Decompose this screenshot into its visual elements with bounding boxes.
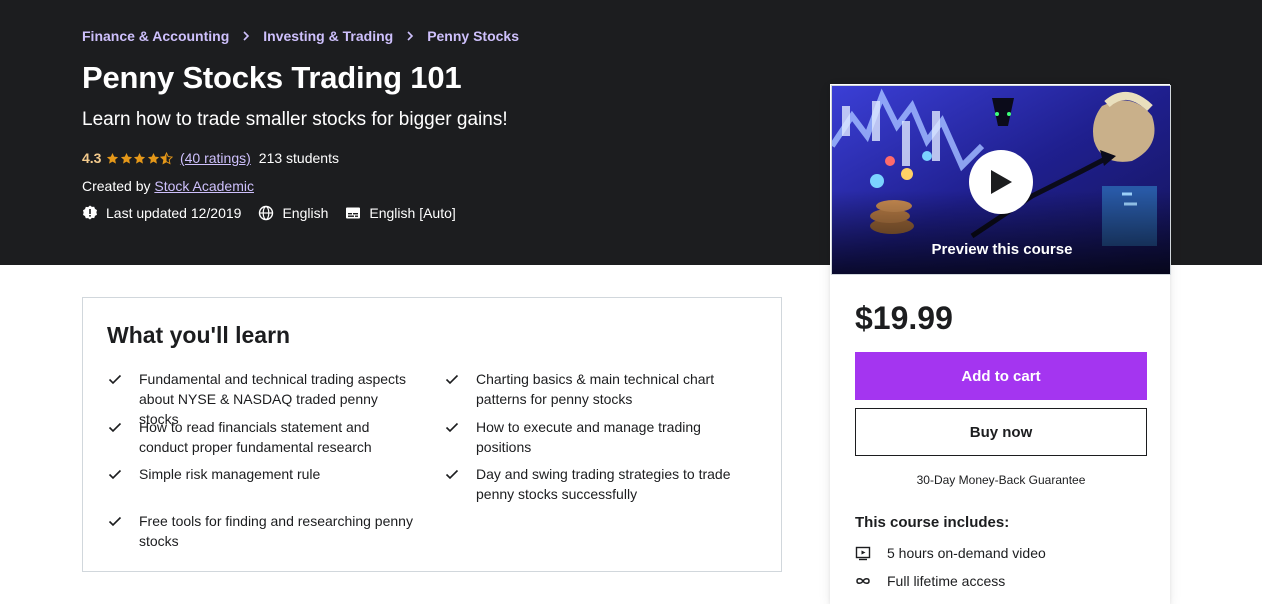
instructor-link[interactable]: Stock Academic [154, 178, 254, 194]
captions-icon [346, 207, 361, 219]
captions-text: English [Auto] [369, 205, 456, 221]
learn-item-text: Free tools for finding and researching p… [139, 513, 413, 549]
learn-item: How to execute and manage trading positi… [444, 417, 754, 457]
last-updated: Last updated 12/2019 [82, 205, 241, 221]
includes-title: This course includes: [855, 514, 1010, 531]
learn-item: How to read financials statement and con… [107, 417, 417, 457]
checkmark-icon [108, 374, 122, 385]
alert-badge-icon [83, 205, 97, 220]
what-youll-learn: What you'll learn Fundamental and techni… [82, 297, 782, 572]
language: English [258, 205, 328, 221]
checkmark-icon [108, 422, 122, 433]
star-icon [147, 152, 160, 164]
created-by: Created by Stock Academic [82, 178, 254, 194]
money-back-guarantee: 30-Day Money-Back Guarantee [916, 473, 1086, 487]
globe-icon [259, 205, 274, 221]
includes-item-text: 5 hours on-demand video [887, 545, 1046, 561]
breadcrumb-penny-stocks[interactable]: Penny Stocks [427, 28, 519, 44]
star-rating [106, 151, 174, 165]
breadcrumb-investing-trading[interactable]: Investing & Trading [263, 28, 393, 44]
star-icon [107, 152, 119, 164]
infinity-icon [856, 578, 870, 584]
star-icon [134, 152, 146, 164]
video-play-icon [855, 546, 871, 561]
learn-item-text: Day and swing trading strategies to trad… [476, 466, 731, 502]
students-count: 213 students [258, 150, 339, 166]
checkmark-icon [108, 516, 122, 527]
learn-item-text: Simple risk management rule [139, 466, 321, 482]
rating-row: 4.3 (40 ratings) 213 students [82, 150, 339, 166]
play-button[interactable] [969, 150, 1033, 214]
learn-item: Charting basics & main technical chart p… [444, 369, 754, 409]
course-title: Penny Stocks Trading 101 [82, 60, 462, 95]
checkmark-icon [108, 469, 122, 480]
course-preview[interactable]: Preview this course [831, 85, 1171, 275]
learn-title: What you'll learn [107, 322, 291, 348]
includes-item: 5 hours on-demand video [855, 545, 1046, 561]
play-icon [991, 170, 1012, 194]
half-star-icon [160, 151, 174, 165]
captions: English [Auto] [345, 205, 456, 221]
learn-item: Free tools for finding and researching p… [107, 511, 417, 551]
rating-number: 4.3 [82, 150, 102, 166]
ratings-count-link[interactable]: (40 ratings) [180, 150, 251, 166]
purchase-sidebar: Preview this course $19.99 Add to cart B… [830, 84, 1171, 604]
learn-item-text: How to execute and manage trading positi… [476, 419, 701, 455]
breadcrumb-finance-accounting[interactable]: Finance & Accounting [82, 28, 229, 44]
add-to-cart-button[interactable]: Add to cart [855, 352, 1147, 400]
created-by-label: Created by [82, 178, 151, 194]
checkmark-icon [445, 469, 459, 480]
includes-item-text: Full lifetime access [887, 573, 1006, 589]
buy-now-button[interactable]: Buy now [855, 408, 1147, 456]
learn-item: Day and swing trading strategies to trad… [444, 464, 754, 504]
course-price: $19.99 [855, 300, 953, 336]
course-meta: Last updated 12/2019 English English [Au… [82, 205, 473, 221]
language-text: English [282, 205, 329, 221]
checkmark-icon [445, 374, 459, 385]
chevron-right-icon [403, 29, 417, 43]
learn-item-text: How to read financials statement and con… [139, 419, 372, 455]
chevron-right-icon [239, 29, 253, 43]
includes-item: Full lifetime access [855, 573, 1005, 589]
learn-item-text: Charting basics & main technical chart p… [476, 371, 715, 407]
preview-label: Preview this course [931, 241, 1073, 258]
checkmark-icon [445, 422, 459, 433]
learn-item: Simple risk management rule [107, 464, 417, 484]
last-updated-text: Last updated 12/2019 [106, 205, 242, 221]
course-subtitle: Learn how to trade smaller stocks for bi… [82, 109, 508, 130]
breadcrumb: Finance & Accounting Investing & Trading… [82, 28, 519, 44]
star-icon [120, 152, 133, 164]
